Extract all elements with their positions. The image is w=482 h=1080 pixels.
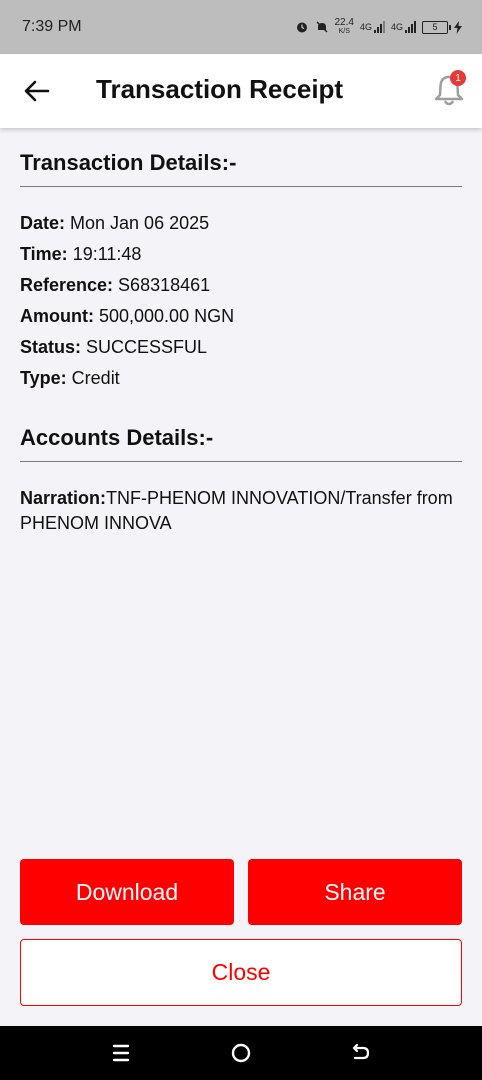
app-bar: Transaction Receipt 1 [0, 54, 482, 128]
network-label-2: 4G [390, 22, 403, 32]
detail-label: Type: [20, 368, 67, 388]
detail-label: Reference: [20, 275, 114, 295]
battery-icon: 5 [422, 20, 451, 34]
detail-value: Credit [66, 368, 120, 388]
mute-icon [315, 20, 329, 34]
home-nav-button[interactable] [228, 1040, 254, 1066]
detail-label: Amount: [20, 306, 94, 326]
detail-row-reference: Reference: S68318461 [20, 275, 210, 296]
detail-row-status: Status: SUCCESSFUL [20, 337, 207, 358]
page-title: Transaction Receipt [96, 74, 344, 104]
signal-icon-2: 4G [391, 21, 416, 33]
signal-icon: 4G [360, 21, 385, 33]
narration-label: Narration: [20, 488, 107, 508]
alarm-icon [295, 20, 309, 34]
menu-nav-button[interactable] [108, 1040, 134, 1066]
notifications-button[interactable]: 1 [432, 70, 466, 110]
narration: Narration:TNF-PHENOM INNOVATION/Transfer… [20, 486, 470, 536]
back-button[interactable] [22, 76, 52, 106]
battery-level: 5 [432, 22, 438, 32]
accounts-details-heading: Accounts Details:- [20, 425, 214, 450]
status-icons: 22.4 K/S 4G 4G 5 [295, 18, 462, 36]
notification-badge: 1 [450, 70, 466, 86]
detail-row-time: Time: 19:11:48 [20, 244, 141, 265]
status-bar: 7:39 PM 22.4 K/S 4G 4G 5 [0, 0, 482, 54]
share-button[interactable]: Share [248, 859, 462, 925]
download-button[interactable]: Download [20, 859, 234, 925]
detail-value: SUCCESSFUL [81, 337, 208, 357]
detail-value: Mon Jan 06 2025 [65, 213, 210, 233]
menu-icon [112, 1044, 130, 1062]
net-speed-value: 22.4 [334, 17, 354, 28]
detail-row-date: Date: Mon Jan 06 2025 [20, 213, 209, 234]
net-speed: 22.4 K/S [335, 18, 354, 36]
network-label-1: 4G [359, 22, 372, 32]
back-arrow-icon [24, 80, 50, 102]
back-nav-icon [352, 1043, 370, 1060]
divider [20, 186, 462, 187]
detail-row-amount: Amount: 500,000.00 NGN [20, 306, 234, 327]
net-speed-unit: K/S [338, 28, 350, 35]
close-button[interactable]: Close [20, 939, 462, 1006]
detail-value: S68318461 [113, 275, 211, 295]
divider [20, 461, 462, 462]
detail-label: Status: [20, 337, 82, 357]
detail-label: Date: [20, 213, 66, 233]
home-icon [231, 1043, 251, 1063]
detail-label: Time: [20, 244, 68, 264]
back-nav-button[interactable] [348, 1040, 374, 1066]
transaction-details-heading: Transaction Details:- [20, 150, 237, 175]
system-nav-bar [0, 1026, 482, 1080]
detail-row-type: Type: Credit [20, 368, 120, 389]
detail-value: 500,000.00 NGN [93, 306, 235, 326]
charging-icon [454, 20, 462, 34]
status-time: 7:39 PM [22, 18, 82, 35]
detail-value: 19:11:48 [67, 244, 142, 264]
